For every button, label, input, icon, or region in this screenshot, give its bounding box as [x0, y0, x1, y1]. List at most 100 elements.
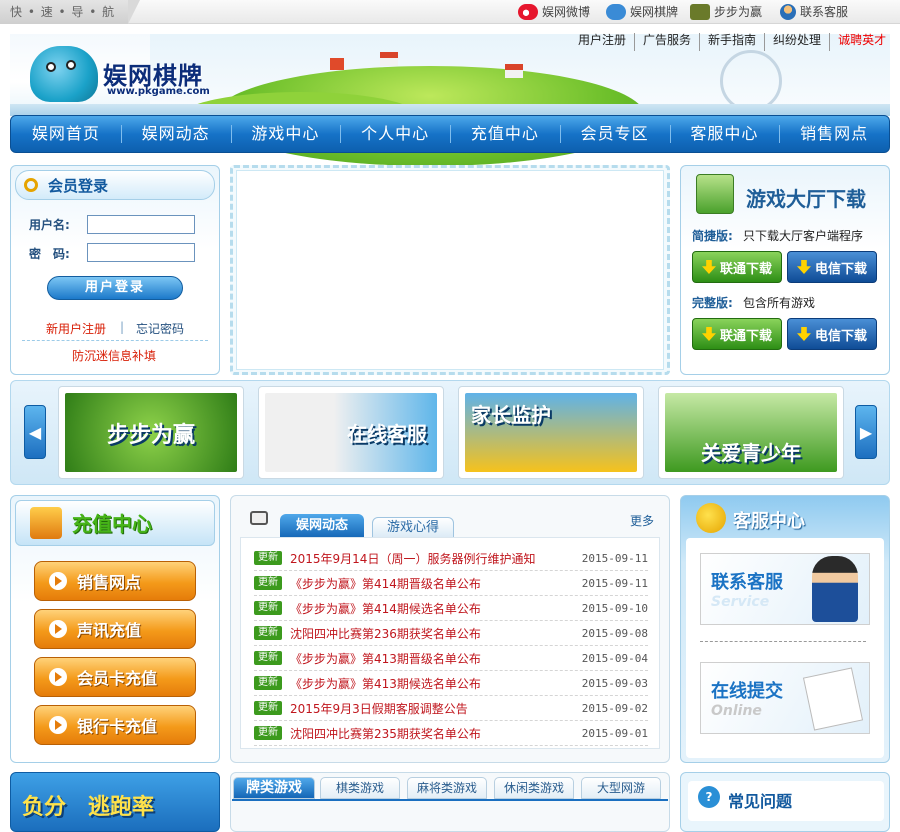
contact-service-label: 联系客服 [711, 572, 783, 593]
key-icon [24, 178, 38, 192]
banner-content[interactable] [236, 170, 664, 370]
headset-icon [696, 503, 726, 533]
bubuweiying-link[interactable]: 步步为赢 [690, 3, 762, 21]
carousel-card[interactable]: 步步为赢 [58, 386, 244, 479]
login-header: 会员登录 [15, 170, 215, 200]
login-button[interactable]: 用户登录 [47, 276, 183, 300]
password-input[interactable] [87, 243, 195, 262]
house-graphic [380, 52, 398, 66]
sales-point-button[interactable]: 销售网点 [34, 561, 196, 601]
nav-home[interactable]: 娱网首页 [11, 116, 121, 152]
full-telecom-download-button[interactable]: 电信下载 [787, 318, 877, 350]
nav-service[interactable]: 客服中心 [669, 116, 780, 152]
carousel-image: 在线客服 [265, 393, 437, 472]
carousel-next-button[interactable]: ▶ [855, 405, 877, 459]
nav-personal[interactable]: 个人中心 [340, 116, 450, 152]
news-row[interactable]: 更新 《步步为赢》第414期候选名单公布 2015-09-10 [254, 596, 648, 621]
lite-desc: 只下载大厅客户端程序 [743, 229, 864, 243]
lite-telecom-download-button[interactable]: 电信下载 [787, 251, 877, 283]
anti-addiction-link[interactable]: 防沉迷信息补填 [72, 347, 156, 364]
news-title[interactable]: 沈阳四冲比赛第236期获奖名单公布 [290, 625, 582, 642]
mascot-eye [66, 60, 76, 70]
contact-service-link-label: 联系客服 [800, 5, 849, 19]
nav-recharge[interactable]: 充值中心 [450, 116, 560, 152]
tab-casual-games[interactable]: 休闲类游戏 [494, 777, 574, 799]
news-more-link[interactable]: 更多 [630, 512, 654, 529]
username-input[interactable] [87, 215, 195, 234]
online-submit-label: 在线提交 [711, 681, 783, 702]
dragon-icon [606, 4, 626, 20]
news-date: 2015-09-01 [581, 726, 648, 740]
news-title[interactable]: 《步步为赢》第413期候选名单公布 [290, 675, 582, 692]
news-row[interactable]: 更新 《步步为赢》第414期晋级名单公布 2015-09-11 [254, 571, 648, 596]
main-nav: 娱网首页 娱网动态 游戏中心 个人中心 充值中心 会员专区 客服中心 销售网点 [10, 115, 890, 153]
news-row[interactable]: 更新 《步步为赢》第413期晋级名单公布 2015-09-04 [254, 646, 648, 671]
download-arrow-icon [701, 327, 716, 341]
careers-link[interactable]: 诚聘英才 [829, 33, 894, 51]
link-separator: | [120, 320, 125, 334]
lite-unicom-download-button[interactable]: 联通下载 [692, 251, 782, 283]
carousel-prev-button[interactable]: ◀ [24, 405, 46, 459]
carousel-card[interactable]: 家长监护 [458, 386, 644, 479]
lite-telecom-label: 电信下载 [814, 261, 867, 277]
weibo-link-label: 娱网微博 [542, 5, 591, 19]
carousel-card[interactable]: 在线客服 [258, 386, 444, 479]
nav-news[interactable]: 娱网动态 [120, 116, 231, 152]
news-date: 2015-09-02 [581, 701, 648, 715]
dispute-link[interactable]: 纠纷处理 [764, 33, 829, 51]
news-row[interactable]: 更新 沈阳四冲比赛第236期获奖名单公布 2015-09-08 [254, 621, 648, 646]
update-badge: 更新 [254, 676, 282, 690]
download-arrow-icon [796, 260, 811, 274]
news-title[interactable]: 《步步为赢》第414期候选名单公布 [290, 600, 582, 617]
news-row[interactable]: 更新 2015年9月3日假期客服调整公告 2015-09-02 [254, 696, 648, 721]
weibo-icon [518, 4, 538, 20]
logo-url: www.pkgame.com [107, 86, 210, 97]
pkgame-link[interactable]: 娱网棋牌 [606, 3, 678, 21]
ad-service-link[interactable]: 广告服务 [634, 33, 699, 51]
news-row[interactable]: 更新 2015年9月14日（周一）服务器例行维护通知 2015-09-11 [254, 546, 648, 571]
bank-card-recharge-button[interactable]: 银行卡充值 [34, 705, 196, 745]
news-title[interactable]: 《步步为赢》第413期晋级名单公布 [290, 650, 582, 667]
lite-unicom-label: 联通下载 [719, 261, 772, 277]
play-icon [49, 572, 67, 590]
tab-tips[interactable]: 游戏心得 [372, 517, 454, 538]
weibo-link[interactable]: 娱网微博 [518, 3, 590, 21]
tab-mahjong-games[interactable]: 麻将类游戏 [407, 777, 487, 799]
carousel-image: 家长监护 [465, 393, 637, 472]
news-title[interactable]: 2015年9月14日（周一）服务器例行维护通知 [290, 550, 582, 567]
news-row[interactable]: 更新 沈阳四冲比赛第235期获奖名单公布 2015-09-01 [254, 721, 648, 746]
coins-icon [30, 507, 62, 539]
full-label: 完整版: [692, 296, 733, 310]
tab-online-games[interactable]: 大型网游 [581, 777, 661, 799]
news-title[interactable]: 沈阳四冲比赛第235期获奖名单公布 [290, 725, 582, 742]
tab-news[interactable]: 娱网动态 [280, 514, 364, 538]
nav-members[interactable]: 会员专区 [559, 116, 670, 152]
full-unicom-download-button[interactable]: 联通下载 [692, 318, 782, 350]
person-icon [780, 4, 796, 20]
news-title[interactable]: 《步步为赢》第414期晋级名单公布 [290, 575, 582, 592]
news-date: 2015-09-03 [581, 676, 648, 690]
nav-games[interactable]: 游戏中心 [230, 116, 341, 152]
online-submit-sub: Online [711, 703, 762, 719]
house-graphic [505, 64, 523, 78]
register-link[interactable]: 新用户注册 [46, 320, 106, 337]
tab-underline [232, 799, 668, 801]
nav-sales[interactable]: 销售网点 [779, 116, 889, 152]
news-title[interactable]: 2015年9月3日假期客服调整公告 [290, 700, 582, 717]
news-row[interactable]: 更新 《步步为赢》第413期候选名单公布 2015-09-03 [254, 671, 648, 696]
contact-service-text: 联系客服 Service [711, 568, 783, 610]
carousel-image: 关爱青少年 [665, 393, 837, 472]
register-link[interactable]: 用户注册 [570, 33, 634, 51]
carousel-card[interactable]: 关爱青少年 [658, 386, 844, 479]
contact-service-link[interactable]: 联系客服 [780, 3, 848, 21]
faq-title: 常见问题 [728, 792, 793, 811]
forgot-password-link[interactable]: 忘记密码 [136, 320, 184, 337]
tab-card-games[interactable]: 牌类游戏 [233, 777, 315, 799]
member-card-recharge-button[interactable]: 会员卡充值 [34, 657, 196, 697]
voice-recharge-label: 声讯充值 [77, 621, 142, 640]
recharge-title: 充值中心 [72, 512, 152, 536]
divider [22, 340, 208, 341]
voice-recharge-button[interactable]: 声讯充值 [34, 609, 196, 649]
tab-chess-games[interactable]: 棋类游戏 [320, 777, 400, 799]
beginner-guide-link[interactable]: 新手指南 [699, 33, 764, 51]
